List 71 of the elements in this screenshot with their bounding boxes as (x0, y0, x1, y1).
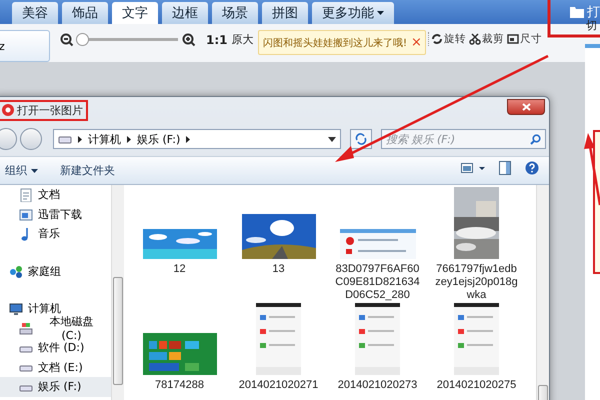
zoom-out-icon[interactable] (60, 32, 74, 46)
file-item[interactable]: 83D0797F6AF60C09E81D821634D06C52_280 (328, 187, 427, 303)
chevron-icon (78, 136, 82, 142)
app-tab[interactable]: 饰品 (62, 2, 108, 24)
help-button[interactable] (525, 161, 539, 175)
file-item[interactable]: 2014021020271 (229, 303, 328, 400)
nav-item[interactable]: 迅雷下载 (0, 204, 111, 224)
forward-button[interactable] (20, 128, 42, 150)
command-button[interactable]: 新建文件夹 (60, 163, 115, 178)
view-button[interactable] (461, 162, 485, 174)
path-crumb[interactable]: 计算机 (88, 132, 121, 146)
app-tab[interactable]: 更多功能 (312, 2, 394, 24)
command-button[interactable]: 组织 (5, 163, 38, 178)
app-tab[interactable]: 拼图 (262, 2, 308, 24)
nav-item[interactable]: 文档 (0, 185, 111, 204)
refresh-button[interactable] (350, 129, 372, 149)
help-icon (525, 161, 539, 175)
nav-item[interactable]: 家庭组 (0, 262, 111, 281)
tooltip-text: 闪图和摇头娃娃搬到这儿来了哦! (263, 36, 408, 50)
system-disk-icon (19, 321, 33, 336)
drive-icon (58, 134, 72, 144)
dialog-title: 打开一张图片 (0, 100, 88, 120)
app-tab[interactable]: 美容 (12, 2, 58, 24)
file-item[interactable]: 2014021020275 (427, 303, 526, 400)
back-button[interactable] (0, 128, 17, 150)
app-icon (2, 104, 14, 116)
zoom-in-icon[interactable] (182, 32, 196, 46)
address-bar[interactable]: 计算机 娱乐 (F:) (53, 129, 341, 149)
rotate-icon (431, 33, 443, 45)
resize-icon (507, 33, 519, 45)
scrollbar-thumb[interactable] (113, 277, 123, 385)
app-tab[interactable]: 场景 (212, 2, 258, 24)
app-tab[interactable]: 文字 (112, 2, 158, 24)
file-item[interactable]: 13 (229, 187, 328, 303)
nav-item[interactable]: 本地磁盘 (C:) (0, 318, 111, 338)
tool-button[interactable]: 旋转 (431, 32, 466, 46)
zoom-ratio[interactable]: 1:1 (206, 32, 228, 46)
homegroup-icon (9, 264, 23, 278)
search-icon (530, 134, 541, 145)
close-button[interactable] (507, 99, 545, 115)
pane-icon (499, 161, 511, 175)
search-field[interactable]: 搜索 娱乐 (F:) (381, 129, 546, 149)
document-icon (19, 188, 33, 202)
computer-icon (9, 302, 23, 316)
slider-thumb[interactable] (76, 33, 89, 46)
tool-button[interactable]: 尺寸 (507, 32, 542, 46)
nav-item[interactable]: 娱乐 (F:) (0, 377, 111, 396)
chevron-icon (186, 136, 190, 142)
scrollbar[interactable] (111, 185, 124, 400)
tool-button[interactable]: 裁剪 (469, 32, 504, 46)
refresh-icon (355, 133, 367, 145)
file-item[interactable]: 2014021020273 (328, 303, 427, 400)
close-button[interactable]: × (411, 35, 422, 50)
folder-icon (570, 6, 584, 18)
dropdown-icon[interactable] (328, 136, 336, 142)
close-icon (522, 103, 530, 111)
scrollbar[interactable] (536, 185, 549, 400)
preview-pane-button[interactable] (499, 161, 511, 175)
file-item[interactable]: 78174288 (130, 303, 229, 400)
highlight-frame (548, 0, 600, 38)
view-icon (461, 162, 485, 174)
nav-item[interactable]: 文档 (E:) (0, 358, 111, 377)
crop-icon (469, 33, 481, 45)
actual-size-label[interactable]: 原大 (232, 32, 254, 47)
download-icon (19, 207, 33, 222)
chevron-icon (127, 136, 131, 142)
file-item[interactable]: 12 (130, 187, 229, 303)
file-item[interactable]: 7661797fjw1edbzey1ejsj20p018gwka (427, 187, 526, 303)
app-tab[interactable]: 边框 (162, 2, 208, 24)
nav-item[interactable]: 音乐 (0, 224, 111, 244)
path-crumb[interactable]: 娱乐 (F:) (137, 132, 180, 146)
